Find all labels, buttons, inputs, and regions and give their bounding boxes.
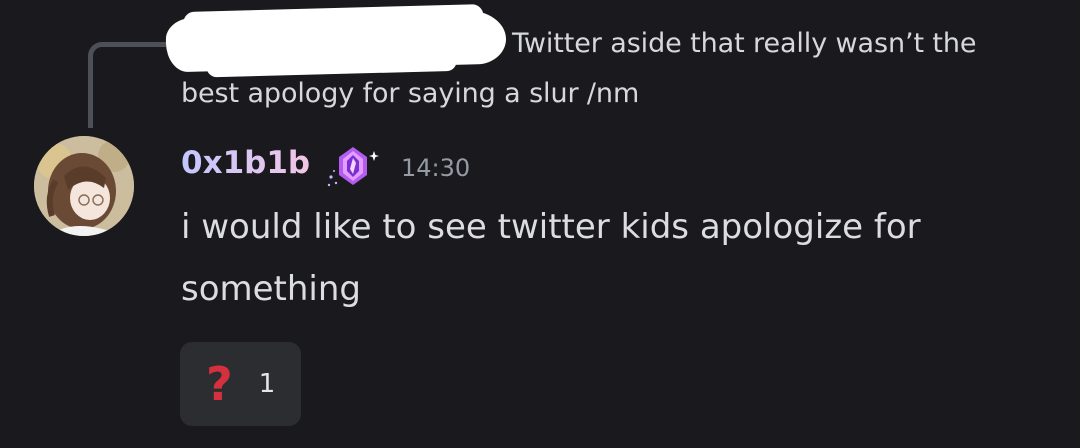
redacted-reply-author bbox=[165, 9, 507, 73]
avatar-image bbox=[34, 136, 134, 236]
reply-preview-text-line1[interactable]: Twitter aside that really wasn’t the bbox=[512, 30, 977, 57]
question-mark-emoji-icon: ? bbox=[206, 357, 233, 411]
message-author[interactable]: 0x1b1b bbox=[181, 148, 310, 179]
message-text-line1: i would like to see twitter kids apologi… bbox=[181, 207, 921, 247]
crystal-badge-icon[interactable] bbox=[323, 141, 383, 193]
chat-message-view: Twitter aside that really wasn’t the bes… bbox=[0, 0, 1080, 448]
message-text-line2: something bbox=[181, 269, 362, 309]
reaction-count: 1 bbox=[258, 369, 276, 399]
reaction-button[interactable]: ? 1 bbox=[180, 342, 301, 426]
avatar[interactable] bbox=[34, 136, 134, 236]
reply-preview-text-line2[interactable]: best apology for saying a slur /nm bbox=[181, 80, 639, 107]
reply-connector-line bbox=[88, 42, 168, 128]
message-timestamp[interactable]: 14:30 bbox=[401, 156, 470, 180]
